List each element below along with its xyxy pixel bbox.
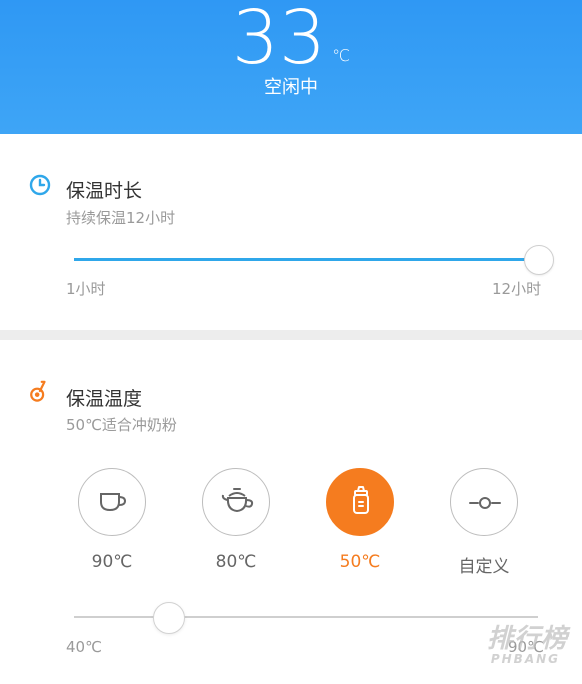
temperature-unit: ℃ (332, 46, 351, 65)
mode-80-button[interactable] (202, 468, 270, 536)
watermark-sub: PHBANG (490, 652, 560, 666)
duration-title: 保温时长 (66, 180, 143, 202)
mode-80-label: 80℃ (215, 552, 257, 572)
mode-50-button[interactable] (326, 468, 394, 536)
thermometer-icon (30, 380, 46, 402)
temperature-subtitle: 50℃适合冲奶粉 (66, 416, 177, 434)
section-divider (0, 330, 582, 340)
current-temperature: 33 ℃ (0, 0, 582, 80)
temperature-title: 保温温度 (66, 388, 143, 410)
duration-subtitle: 持续保温12小时 (66, 209, 176, 227)
mode-90-button[interactable] (78, 468, 146, 536)
clock-icon (29, 174, 51, 196)
temperature-min-label: 40℃ (66, 638, 102, 656)
temperature-value: 33 (231, 0, 327, 81)
cup-icon (100, 493, 127, 512)
mode-50-label: 50℃ (339, 552, 381, 572)
duration-min-label: 1小时 (66, 280, 106, 298)
watermark: 排行榜 (486, 624, 568, 654)
kettle-status: 空闲中 (264, 77, 318, 98)
status-header: 33 ℃ 空闲中 (0, 0, 582, 134)
baby-bottle-icon (353, 486, 369, 514)
mode-custom-button[interactable] (450, 468, 518, 536)
duration-slider-thumb[interactable] (524, 245, 554, 275)
duration-slider-track[interactable] (74, 258, 538, 261)
keep-warm-duration-section (0, 134, 582, 330)
teapot-icon (221, 488, 254, 513)
custom-slider-icon (469, 497, 501, 509)
duration-max-label: 12小时 (492, 280, 542, 298)
mode-custom-label: 自定义 (458, 557, 510, 577)
mode-90-label: 90℃ (91, 552, 133, 572)
temperature-slider-thumb[interactable] (153, 602, 185, 634)
temperature-slider-track[interactable] (74, 616, 538, 618)
